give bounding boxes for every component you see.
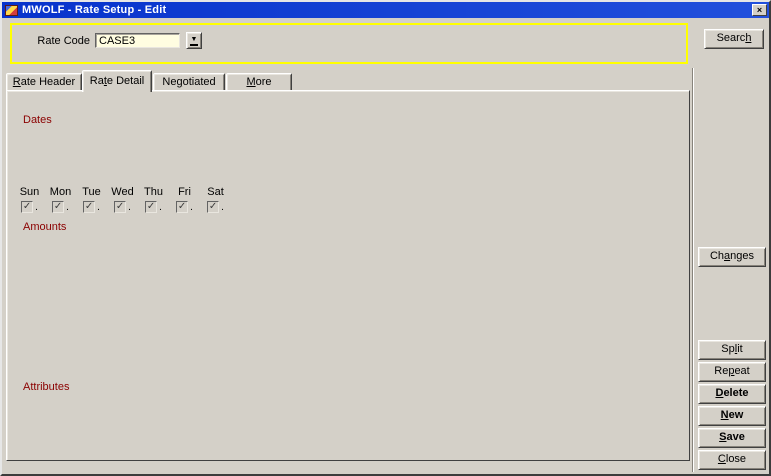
tab-more[interactable]: More — [226, 73, 292, 91]
repeat-button[interactable]: Repeat — [698, 362, 766, 382]
wed-checkbox[interactable]: ✓ — [114, 201, 126, 213]
dropdown-icon: ▼ — [190, 36, 199, 46]
amounts-section-title: Amounts — [20, 221, 69, 233]
delete-button[interactable]: Delete — [698, 384, 766, 404]
rate-detail-tab-panel — [6, 90, 690, 461]
new-button[interactable]: New — [698, 406, 766, 426]
rate-code-lov-button[interactable]: ▼ — [186, 32, 202, 49]
app-icon — [5, 5, 18, 16]
changes-button[interactable]: Changes — [698, 247, 766, 267]
rate-code-label: Rate Code — [20, 35, 90, 47]
day-fri: Fri✓. — [169, 186, 200, 213]
close-button[interactable]: Close — [698, 450, 766, 470]
rate-setup-window: MWOLF - Rate Setup - Edit × Rate Code CA… — [0, 0, 771, 476]
rate-code-field[interactable]: CASE3 — [95, 33, 180, 48]
mon-checkbox[interactable]: ✓ — [52, 201, 64, 213]
dates-section-title: Dates — [20, 114, 55, 126]
attributes-section-title: Attributes — [20, 381, 72, 393]
tab-negotiated[interactable]: Negotiated — [153, 73, 225, 91]
close-icon[interactable]: × — [752, 4, 767, 16]
day-mon: Mon✓. — [45, 186, 76, 213]
window-title: MWOLF - Rate Setup - Edit — [22, 4, 166, 16]
tab-rate-header[interactable]: Rate Header — [6, 73, 82, 91]
day-sun: Sun✓. — [14, 186, 45, 213]
sat-checkbox[interactable]: ✓ — [207, 201, 219, 213]
save-button[interactable]: Save — [698, 428, 766, 448]
tue-checkbox[interactable]: ✓ — [83, 201, 95, 213]
sun-checkbox[interactable]: ✓ — [21, 201, 33, 213]
split-button[interactable]: Split — [698, 340, 766, 360]
day-thu: Thu✓. — [138, 186, 169, 213]
day-tue: Tue✓. — [76, 186, 107, 213]
vertical-separator — [692, 68, 694, 472]
tab-rate-detail[interactable]: Rate Detail — [82, 70, 152, 92]
title-bar[interactable]: MWOLF - Rate Setup - Edit × — [2, 2, 769, 18]
thu-checkbox[interactable]: ✓ — [145, 201, 157, 213]
day-wed: Wed✓. — [107, 186, 138, 213]
weekday-checkbox-row: Sun✓. Mon✓. Tue✓. Wed✓. Thu✓. Fri✓. Sat✓… — [14, 186, 231, 213]
fri-checkbox[interactable]: ✓ — [176, 201, 188, 213]
search-button[interactable]: Search — [704, 29, 764, 49]
day-sat: Sat✓. — [200, 186, 231, 213]
